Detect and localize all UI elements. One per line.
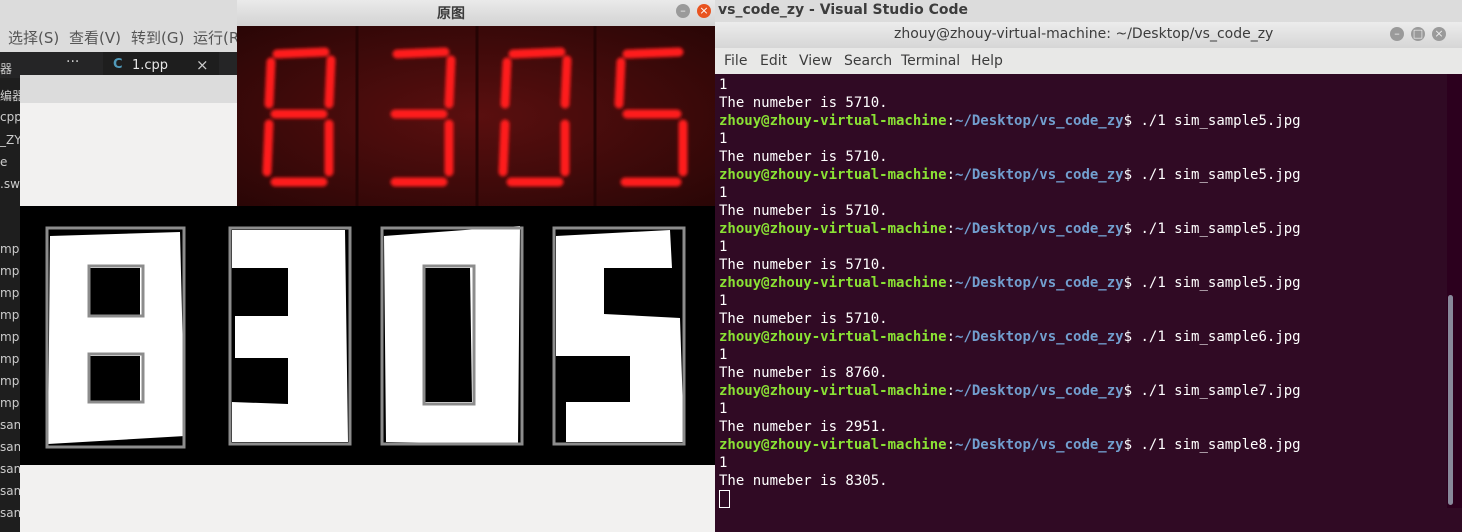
prompt-path: ~/Desktop/vs_code_zy <box>955 167 1124 183</box>
sidebar-item[interactable]: cpp <box>0 110 22 124</box>
prompt-path: ~/Desktop/vs_code_zy <box>955 329 1124 345</box>
prompt-path: ~/Desktop/vs_code_zy <box>955 437 1124 453</box>
binary-digit-5 <box>552 226 686 446</box>
terminal-output-line: 1 <box>719 185 728 201</box>
sidebar-item[interactable]: _ZY <box>0 133 22 147</box>
terminal-output-line: The numeber is 8305. <box>719 473 888 489</box>
binary-digit-3 <box>228 226 352 446</box>
original-window-titlebar[interactable] <box>237 0 715 26</box>
sidebar-item[interactable]: mp <box>0 308 19 322</box>
terminal-command-line: zhouy@zhouy-virtual-machine:~/Desktop/vs… <box>719 437 1301 453</box>
terminal-output-line: 1 <box>719 77 728 93</box>
terminal-output-line: 1 <box>719 239 728 255</box>
command-text: ./1 sim_sample5.jpg <box>1132 167 1301 183</box>
minimize-icon[interactable]: – <box>1390 27 1404 41</box>
command-text: ./1 sim_sample5.jpg <box>1132 221 1301 237</box>
terminal-output: 1 The numeber is 5710. zhouy@zhouy-virtual… <box>719 76 1301 510</box>
sidebar-item[interactable]: mp <box>0 286 19 300</box>
more-actions-icon[interactable]: ··· <box>66 54 79 70</box>
terminal-cursor <box>719 490 730 508</box>
scrollbar-thumb[interactable] <box>1448 295 1453 505</box>
terminal-command-line: zhouy@zhouy-virtual-machine:~/Desktop/vs… <box>719 167 1301 183</box>
original-seven-segment-image <box>237 26 715 206</box>
terminal-output-line: 1 <box>719 401 728 417</box>
menu-view[interactable]: View <box>799 53 832 69</box>
binary-digit-image <box>20 206 715 465</box>
terminal-output-line: The numeber is 2951. <box>719 419 888 435</box>
terminal-output-line: 1 <box>719 293 728 309</box>
prompt-path: ~/Desktop/vs_code_zy <box>955 221 1124 237</box>
sidebar-item[interactable]: mp <box>0 330 19 344</box>
menu-run[interactable]: 运行(R <box>193 27 239 48</box>
sidebar-item[interactable]: 器 <box>0 60 12 77</box>
close-icon[interactable]: × <box>697 4 711 18</box>
command-text: ./1 sim_sample5.jpg <box>1132 113 1301 129</box>
terminal-output-line: The numeber is 5710. <box>719 311 888 327</box>
terminal-output-line: 1 <box>719 347 728 363</box>
prompt-user-host: zhouy@zhouy-virtual-machine <box>719 329 947 345</box>
terminal-output-line: The numeber is 5710. <box>719 95 888 111</box>
sidebar-item[interactable]: mp <box>0 264 19 278</box>
terminal-output-line: The numeber is 5710. <box>719 149 888 165</box>
sidebar-item[interactable]: e <box>0 155 7 169</box>
menu-file[interactable]: File <box>724 53 747 69</box>
command-text: ./1 sim_sample8.jpg <box>1132 437 1301 453</box>
prompt-user-host: zhouy@zhouy-virtual-machine <box>719 113 947 129</box>
close-icon[interactable]: × <box>1432 27 1446 41</box>
terminal-output-line: The numeber is 5710. <box>719 203 888 219</box>
menu-view[interactable]: 查看(V) <box>69 27 121 48</box>
terminal-output-line: 1 <box>719 455 728 471</box>
prompt-user-host: zhouy@zhouy-virtual-machine <box>719 221 947 237</box>
terminal-output-line: The numeber is 5710. <box>719 257 888 273</box>
sidebar-item[interactable]: mp <box>0 242 19 256</box>
prompt-user-host: zhouy@zhouy-virtual-machine <box>719 437 947 453</box>
command-text: ./1 sim_sample7.jpg <box>1132 383 1301 399</box>
menu-selection[interactable]: 选择(S) <box>8 27 59 48</box>
prompt-user-host: zhouy@zhouy-virtual-machine <box>719 275 947 291</box>
maximize-icon[interactable]: □ <box>1411 27 1425 41</box>
vscode-title: vs_code_zy - Visual Studio Code <box>718 2 968 18</box>
menu-edit[interactable]: Edit <box>760 53 787 69</box>
terminal-command-line: zhouy@zhouy-virtual-machine:~/Desktop/vs… <box>719 113 1301 129</box>
prompt-user-host: zhouy@zhouy-virtual-machine <box>719 383 947 399</box>
terminal-command-line: zhouy@zhouy-virtual-machine:~/Desktop/vs… <box>719 329 1301 345</box>
original-window-title: 原图 <box>437 6 465 22</box>
menu-go[interactable]: 转到(G) <box>131 27 184 48</box>
command-text: ./1 sim_sample5.jpg <box>1132 275 1301 291</box>
terminal-output-line: 1 <box>719 131 728 147</box>
terminal-output-line: The numeber is 8760. <box>719 365 888 381</box>
terminal-command-line: zhouy@zhouy-virtual-machine:~/Desktop/vs… <box>719 221 1301 237</box>
menu-help[interactable]: Help <box>971 53 1003 69</box>
minimize-icon[interactable]: – <box>676 4 690 18</box>
sidebar-item[interactable]: mp <box>0 396 19 410</box>
sidebar-item[interactable]: mp <box>0 352 19 366</box>
prompt-path: ~/Desktop/vs_code_zy <box>955 383 1124 399</box>
tab-label[interactable]: 1.cpp <box>132 58 168 73</box>
prompt-user-host: zhouy@zhouy-virtual-machine <box>719 167 947 183</box>
terminal-command-line: zhouy@zhouy-virtual-machine:~/Desktop/vs… <box>719 275 1301 291</box>
tab-close-icon[interactable]: × <box>196 56 209 74</box>
command-text: ./1 sim_sample6.jpg <box>1132 329 1301 345</box>
menu-search[interactable]: Search <box>844 53 892 69</box>
binary-digit-8 <box>45 226 186 449</box>
terminal-command-line: zhouy@zhouy-virtual-machine:~/Desktop/vs… <box>719 383 1301 399</box>
terminal-title: zhouy@zhouy-virtual-machine: ~/Desktop/v… <box>894 26 1274 42</box>
cpp-file-icon: C <box>113 57 123 72</box>
menu-terminal[interactable]: Terminal <box>901 53 960 69</box>
sidebar-item[interactable]: mp <box>0 374 19 388</box>
terminal-bottom <box>715 508 1462 532</box>
prompt-path: ~/Desktop/vs_code_zy <box>955 275 1124 291</box>
prompt-path: ~/Desktop/vs_code_zy <box>955 113 1124 129</box>
